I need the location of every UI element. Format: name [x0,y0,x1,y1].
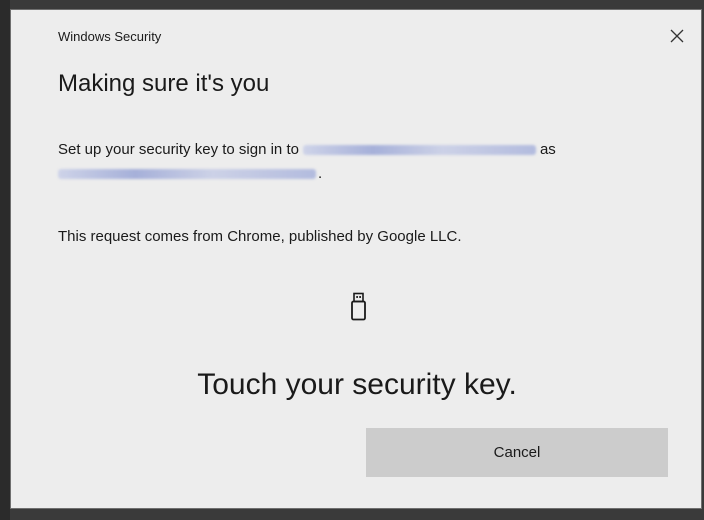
setup-message-period: . [318,165,323,182]
close-icon [670,29,684,43]
redacted-domain [302,145,536,156]
usb-security-key-icon [351,292,366,321]
setup-message-as: as [539,141,556,158]
window-title: Windows Security [58,29,162,44]
dialog-heading: Making sure it's you [58,70,270,97]
windows-security-dialog: Windows Security Making sure it's you Se… [10,9,702,509]
redacted-account-email [58,169,316,180]
touch-security-key-prompt: Touch your security key. [197,368,517,401]
request-origin-message: This request comes from Chrome, publishe… [58,228,462,245]
setup-message-prefix: Set up your security key to sign in to [58,141,299,158]
setup-message: Set up your security key to sign in to as… [58,138,678,186]
background-window-edge [0,0,10,520]
cancel-button[interactable]: Cancel [366,428,668,477]
close-button[interactable] [663,24,691,48]
